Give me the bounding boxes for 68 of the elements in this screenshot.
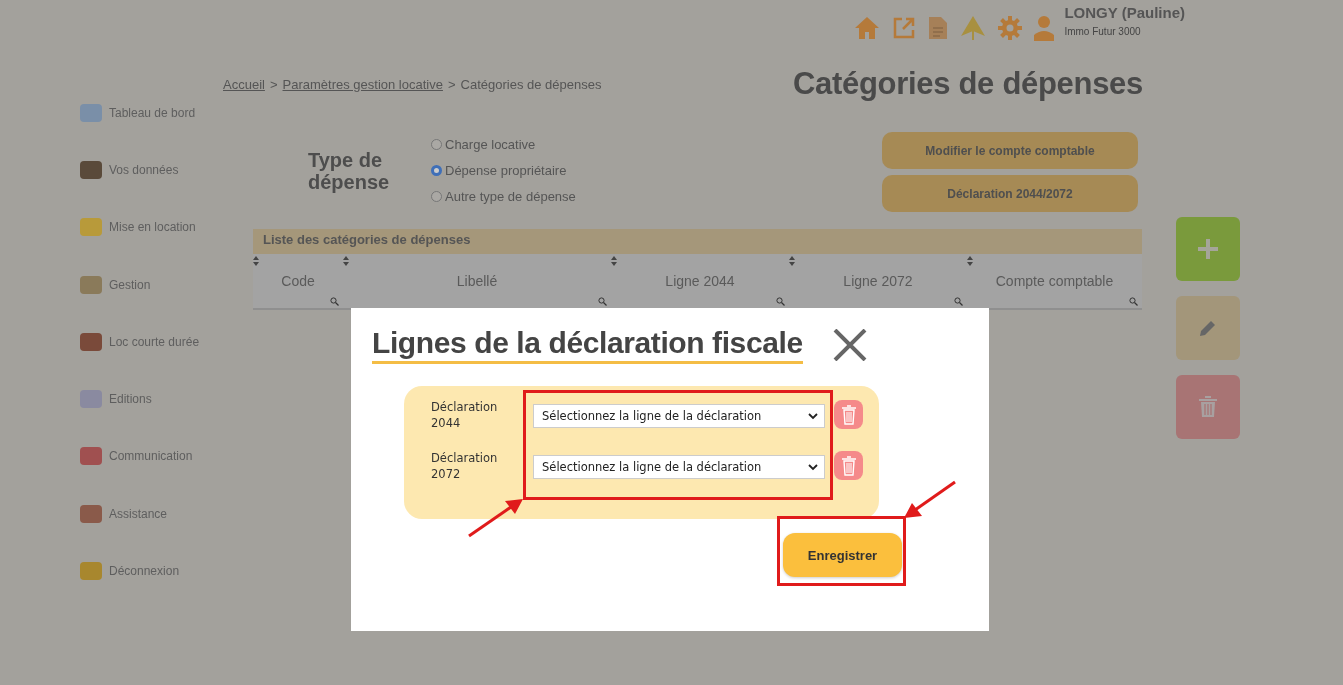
trash-icon [1199,396,1217,418]
sort-icon[interactable] [789,256,795,266]
declaration-select[interactable]: Sélectionnez la ligne de la déclaration [533,404,825,428]
delete-line-button[interactable] [834,451,863,481]
sidebar-link[interactable]: Loc courte durée [109,334,200,349]
breadcrumb-separator: > [447,77,456,92]
expense-type-label: Type de dépense [308,149,391,193]
column-heading[interactable]: Libellé [456,273,498,289]
radio-button[interactable] [431,165,442,176]
search-icon[interactable] [1129,297,1138,306]
radio-label[interactable]: Charge locative [445,137,536,152]
arrow-annotation [903,480,957,520]
search-icon[interactable] [776,297,785,306]
sidebar-link[interactable]: Gestion [109,277,151,292]
breadcrumb-link[interactable]: Paramètres gestion locative [282,77,443,92]
close-icon[interactable] [832,329,867,361]
chevron-down-icon [808,412,818,420]
column-heading[interactable]: Compte comptable [995,273,1114,289]
chevron-down-icon [808,463,818,471]
table-title-bar: Liste des catégories de dépenses [253,229,1142,254]
breadcrumb-link[interactable]: Accueil [223,77,265,92]
edit-button[interactable] [1176,296,1240,360]
add-button[interactable] [1176,217,1240,281]
sidebar-link[interactable]: Mise en location [109,220,196,235]
home-icon[interactable] [854,16,881,40]
external-link-icon[interactable] [892,16,917,40]
delete-button[interactable] [1176,375,1240,439]
breadcrumb-separator: > [269,77,278,92]
sort-icon[interactable] [967,256,973,266]
column-heading[interactable]: Code [281,273,315,289]
arrow-annotation [467,498,525,538]
pencil-icon [1199,319,1217,337]
sort-icon[interactable] [611,256,617,266]
sidebar-link[interactable]: Vos données [109,162,179,177]
radio-button[interactable] [431,139,442,150]
declaration-label: Déclaration 2072 [431,451,499,483]
trash-icon [841,455,856,476]
sidebar-link[interactable]: Déconnexion [109,564,180,578]
search-icon[interactable] [598,297,607,306]
radio-label[interactable]: Dépense propriétaire [445,163,567,178]
breadcrumb-current: Catégories de dépenses [460,77,602,92]
declaration-label: Déclaration 2044 [431,400,499,432]
column-heading[interactable]: Ligne 2072 [843,273,913,289]
company-name: Immo Futur 3000 [1064,26,1142,37]
action-button[interactable]: Déclaration 2044/2072 [882,175,1138,212]
document-icon[interactable] [928,16,949,40]
save-button[interactable]: Enregistrer [783,533,902,577]
search-icon[interactable] [954,297,963,306]
sort-icon[interactable] [343,256,349,266]
search-icon[interactable] [330,297,339,306]
radio-label[interactable]: Autre type de dépense [445,189,576,204]
sidebar-link[interactable]: Editions [109,392,152,407]
modal-title: Lignes de la déclaration fiscale [372,325,803,364]
action-button[interactable]: Modifier le compte comptable [882,132,1138,169]
trash-icon [841,404,856,425]
declaration-select[interactable]: Sélectionnez la ligne de la déclaration [533,455,825,480]
sidebar-link[interactable]: Communication [109,449,193,464]
user-name: LONGY (Pauline) [1064,4,1185,21]
column-heading[interactable]: Ligne 2044 [665,273,735,289]
delete-line-button[interactable] [834,400,863,429]
radio-button[interactable] [431,191,442,202]
sidebar-link[interactable]: Assistance [109,506,168,521]
plus-icon [1198,239,1218,259]
user-icon[interactable] [1034,15,1055,41]
page-title: Catégories de dépenses [792,66,1143,102]
sort-icon[interactable] [253,256,259,266]
paper-plane-icon[interactable] [960,16,987,40]
sidebar-link[interactable]: Tableau de bord [109,105,196,120]
